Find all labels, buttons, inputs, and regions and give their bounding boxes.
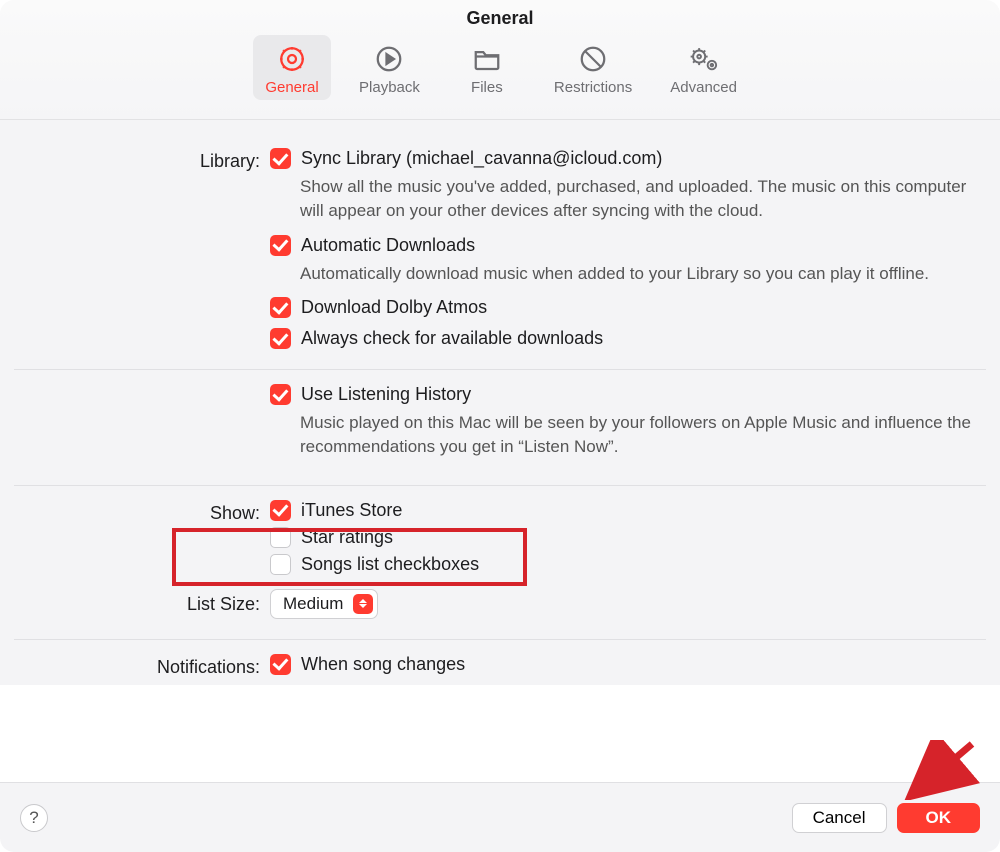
checkbox-listening-history[interactable] <box>270 384 291 405</box>
play-icon <box>374 41 404 77</box>
titlebar: General General Playback <box>0 0 1000 120</box>
section-notifications: Notifications: When song changes <box>14 650 986 685</box>
checkbox-dolby-atmos-label: Download Dolby Atmos <box>301 297 487 318</box>
checkbox-star-ratings-label: Star ratings <box>301 527 393 548</box>
prohibited-icon <box>578 41 608 77</box>
help-button[interactable]: ? <box>20 804 48 832</box>
checkbox-sync-library-label: Sync Library (michael_cavanna@icloud.com… <box>301 148 662 169</box>
label-notifications: Notifications: <box>14 654 270 681</box>
content: Library: Sync Library (michael_cavanna@i… <box>0 120 1000 685</box>
checkbox-check-downloads-label: Always check for available downloads <box>301 328 603 349</box>
checkbox-automatic-downloads[interactable] <box>270 235 291 256</box>
checkbox-check-downloads[interactable] <box>270 328 291 349</box>
label-library: Library: <box>14 148 270 355</box>
label-show: Show: <box>14 500 270 581</box>
checkbox-songs-list-checkboxes-label: Songs list checkboxes <box>301 554 479 575</box>
preferences-tabs: General Playback Files <box>253 35 747 100</box>
tab-playback[interactable]: Playback <box>349 35 430 100</box>
section-library: Library: Sync Library (michael_cavanna@i… <box>14 144 986 359</box>
stepper-arrows-icon <box>353 594 373 614</box>
ok-button[interactable]: OK <box>897 803 981 833</box>
checkbox-song-changes-label: When song changes <box>301 654 465 675</box>
desc-automatic-downloads: Automatically download music when added … <box>300 262 986 286</box>
gears-icon <box>687 41 721 77</box>
checkbox-song-changes[interactable] <box>270 654 291 675</box>
tab-files[interactable]: Files <box>448 35 526 100</box>
checkbox-dolby-atmos[interactable] <box>270 297 291 318</box>
section-list-size: List Size: Medium <box>14 585 986 623</box>
checkbox-star-ratings[interactable] <box>270 527 291 548</box>
tab-advanced[interactable]: Advanced <box>660 35 747 100</box>
section-show: Show: iTunes Store Star ratings Songs li… <box>14 496 986 585</box>
select-list-size-value: Medium <box>283 594 343 614</box>
checkbox-sync-library[interactable] <box>270 148 291 169</box>
tab-general[interactable]: General <box>253 35 331 100</box>
tab-restrictions[interactable]: Restrictions <box>544 35 642 100</box>
folder-icon <box>472 41 502 77</box>
footer: ? Cancel OK <box>0 782 1000 852</box>
checkbox-automatic-downloads-label: Automatic Downloads <box>301 235 475 256</box>
preferences-window: General General Playback <box>0 0 1000 852</box>
gear-icon <box>277 41 307 77</box>
section-history: Use Listening History Music played on th… <box>14 380 986 475</box>
checkbox-songs-list-checkboxes[interactable] <box>270 554 291 575</box>
select-list-size[interactable]: Medium <box>270 589 378 619</box>
label-list-size: List Size: <box>14 589 270 619</box>
desc-sync-library: Show all the music you've added, purchas… <box>300 175 986 223</box>
window-title: General <box>466 8 533 29</box>
desc-listening-history: Music played on this Mac will be seen by… <box>300 411 986 459</box>
checkbox-itunes-store-label: iTunes Store <box>301 500 402 521</box>
checkbox-listening-history-label: Use Listening History <box>301 384 471 405</box>
cancel-button[interactable]: Cancel <box>792 803 887 833</box>
checkbox-itunes-store[interactable] <box>270 500 291 521</box>
